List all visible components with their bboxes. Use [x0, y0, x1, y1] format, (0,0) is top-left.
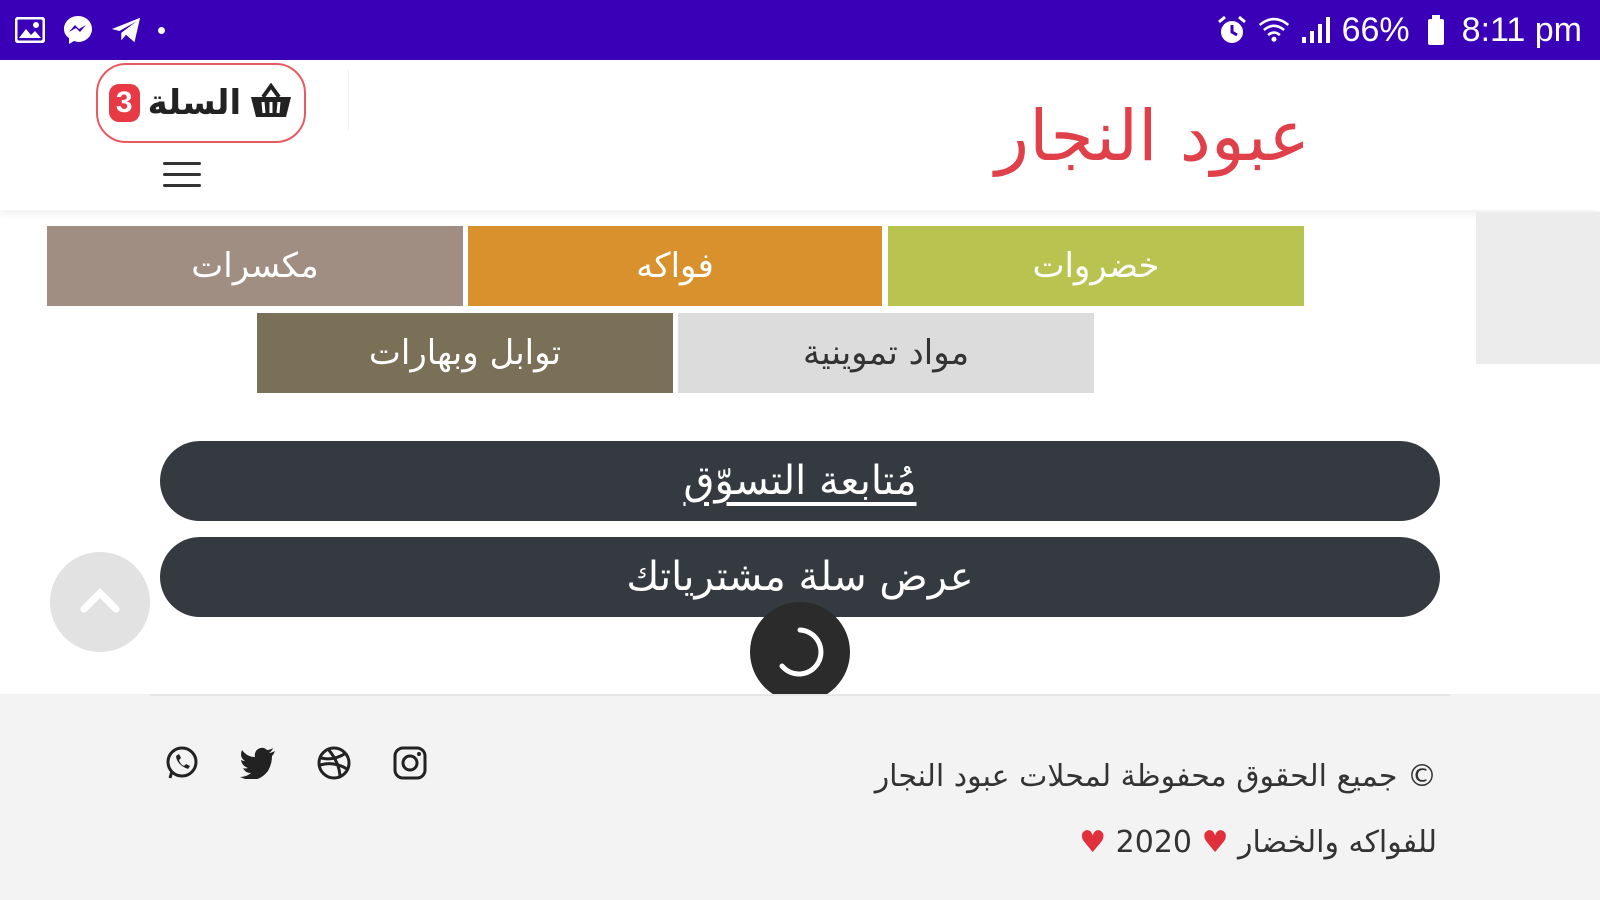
view-cart-label: عرض سلة مشترياتك: [626, 554, 974, 600]
continue-shopping-button[interactable]: مُتابعة التسوّق: [160, 441, 1440, 521]
battery-percentage: 66%: [1341, 10, 1410, 49]
whatsapp-icon[interactable]: [163, 744, 201, 782]
site-header: عبود النجار السلة 3: [0, 60, 1600, 210]
hamburger-menu-icon[interactable]: [163, 162, 201, 192]
alarm-icon: [1216, 14, 1248, 46]
chevron-up-icon: [80, 587, 120, 617]
cart-count-badge: 3: [108, 84, 140, 122]
side-panel: [1476, 212, 1600, 364]
instagram-icon[interactable]: [391, 744, 429, 782]
gallery-icon: [14, 14, 46, 46]
heart-icon: ♥: [1201, 825, 1229, 860]
basket-icon: [249, 82, 293, 123]
site-logo[interactable]: عبود النجار: [995, 95, 1310, 177]
copyright-text: © جميع الحقوق محفوظة لمحلات عبود النجار …: [737, 744, 1437, 876]
category-nuts[interactable]: مكسرات: [47, 226, 463, 306]
messenger-icon: [62, 14, 94, 46]
battery-icon: [1420, 14, 1452, 46]
social-links: [163, 744, 429, 782]
header-divider: [348, 70, 349, 130]
status-bar: 66% 8:11 pm: [0, 0, 1600, 60]
category-fruits[interactable]: فواكه: [468, 226, 882, 306]
copyright-line-1: © جميع الحقوق محفوظة لمحلات عبود النجار: [874, 759, 1437, 794]
continue-shopping-label: مُتابعة التسوّق: [683, 458, 917, 504]
signal-icon: [1300, 14, 1332, 46]
cart-button[interactable]: السلة 3: [96, 63, 306, 143]
category-spices[interactable]: توابل وبهارات: [257, 313, 673, 393]
status-bar-notifications: [14, 0, 165, 60]
site-footer: © جميع الحقوق محفوظة لمحلات عبود النجار …: [0, 694, 1600, 900]
heart-icon: ♥: [1079, 825, 1107, 860]
copyright-line-2: للفواكه والخضار ♥ 2020 ♥: [1079, 825, 1437, 860]
telegram-icon: [110, 14, 142, 46]
clock: 8:11 pm: [1461, 10, 1582, 49]
category-vegetables[interactable]: خضروات: [888, 226, 1304, 306]
scroll-to-top-button[interactable]: [50, 552, 150, 652]
loading-spinner: [750, 602, 850, 702]
twitter-icon[interactable]: [239, 744, 277, 782]
dribbble-icon[interactable]: [315, 744, 353, 782]
more-notifications-dot: [158, 26, 165, 34]
category-groceries[interactable]: مواد تموينية: [678, 313, 1094, 393]
cart-label: السلة: [147, 83, 242, 123]
wifi-icon: [1258, 14, 1290, 46]
footer-divider: [150, 694, 1450, 696]
status-bar-system: 66% 8:11 pm: [1216, 0, 1582, 60]
